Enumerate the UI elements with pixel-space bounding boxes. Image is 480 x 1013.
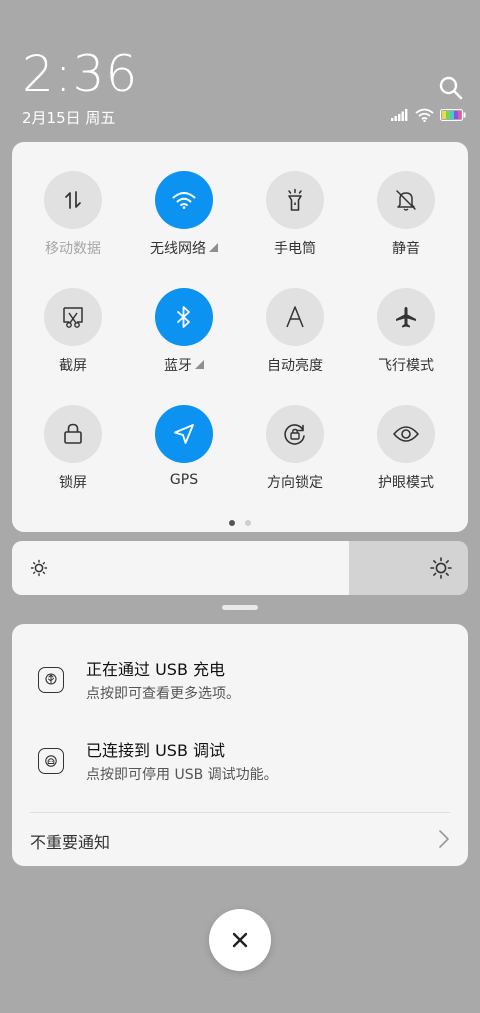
eye-icon	[393, 426, 419, 442]
tile-lock-screen[interactable]: 锁屏	[18, 405, 128, 515]
screenshot-icon	[63, 307, 83, 328]
expand-corner-icon	[209, 243, 218, 252]
tile-circle	[266, 288, 324, 346]
tile-screenshot[interactable]: 截屏	[18, 288, 128, 398]
tile-circle	[266, 405, 324, 463]
search-icon	[439, 76, 463, 100]
tile-label: 锁屏	[59, 475, 87, 491]
tile-circle	[155, 405, 213, 463]
tile-circle	[44, 288, 102, 346]
close-icon	[232, 932, 248, 948]
brightness-high-icon	[430, 557, 452, 579]
tile-label: 静音	[392, 241, 420, 257]
battery-icon	[440, 109, 466, 121]
clock-time: 2:36	[22, 45, 139, 103]
bluetooth-icon	[177, 306, 190, 328]
usb-icon	[38, 667, 64, 693]
quick-settings-panel: 移动数据 无线网络 手电筒 静音 截屏 蓝牙 自动亮度 飞行模式 锁屏 GPS …	[12, 142, 468, 532]
search-button[interactable]	[437, 74, 465, 102]
page-dot	[245, 520, 251, 526]
brightness-slider[interactable]	[12, 541, 468, 595]
tile-label: GPS	[169, 472, 199, 488]
chevron-right-icon[interactable]	[438, 829, 450, 849]
tile-airplane[interactable]: 飞行模式	[351, 288, 461, 398]
tile-label: 无线网络	[150, 241, 206, 257]
tile-circle	[44, 405, 102, 463]
wifi-icon	[172, 192, 196, 209]
tile-bluetooth[interactable]: 蓝牙	[129, 288, 239, 398]
notification-usb-charging[interactable]: 正在通过 USB 充电 点按即可查看更多选项。	[12, 654, 468, 714]
notifications-panel: 正在通过 USB 充电 点按即可查看更多选项。 已连接到 USB 调试 点按即可…	[12, 624, 468, 866]
drag-handle[interactable]	[222, 605, 258, 610]
tile-label: 移动数据	[45, 241, 101, 257]
mute-bell-icon	[396, 190, 416, 211]
tile-circle	[377, 171, 435, 229]
tile-rotation-lock[interactable]: 方向锁定	[240, 405, 350, 515]
tile-label: 飞行模式	[378, 358, 434, 374]
location-arrow-icon	[174, 424, 194, 444]
brightness-low-icon	[30, 559, 48, 577]
tile-wifi[interactable]: 无线网络	[129, 171, 239, 281]
notification-subtitle: 点按即可查看更多选项。	[86, 686, 240, 702]
tile-label: 截屏	[59, 358, 87, 374]
tile-circle	[155, 288, 213, 346]
mobile-data-icon	[65, 191, 81, 209]
tile-circle	[44, 171, 102, 229]
page-indicator	[12, 520, 468, 526]
airplane-icon	[396, 307, 416, 328]
wifi-icon	[415, 108, 434, 122]
tile-circle	[155, 171, 213, 229]
tile-flashlight[interactable]: 手电筒	[240, 171, 350, 281]
notification-title: 正在通过 USB 充电	[86, 660, 226, 679]
rotation-lock-icon	[284, 424, 305, 445]
tile-circle	[377, 288, 435, 346]
notification-subtitle: 点按即可停用 USB 调试功能。	[86, 767, 278, 783]
notification-usb-debugging[interactable]: 已连接到 USB 调试 点按即可停用 USB 调试功能。	[12, 735, 468, 795]
android-debug-icon	[38, 748, 64, 774]
date-label: 2月15日 周五	[22, 109, 116, 127]
signal-icon	[391, 109, 408, 121]
tile-circle	[377, 405, 435, 463]
tile-auto-brightness[interactable]: 自动亮度	[240, 288, 350, 398]
clear-all-button[interactable]	[209, 909, 271, 971]
lock-icon	[64, 423, 82, 444]
tile-label: 手电筒	[274, 241, 316, 257]
tile-gps[interactable]: GPS	[129, 405, 239, 515]
tile-mute[interactable]: 静音	[351, 171, 461, 281]
tile-circle	[266, 171, 324, 229]
tile-label: 蓝牙	[164, 358, 192, 374]
status-bar-icons	[391, 108, 466, 122]
tile-label: 方向锁定	[267, 475, 323, 491]
tile-label: 自动亮度	[267, 358, 323, 374]
expand-corner-icon	[195, 360, 204, 369]
page-dot-active	[229, 520, 235, 526]
tile-mobile-data[interactable]: 移动数据	[18, 171, 128, 281]
tile-label: 护眼模式	[378, 475, 434, 491]
notification-title: 已连接到 USB 调试	[86, 741, 226, 760]
auto-brightness-icon	[286, 306, 304, 328]
divider	[30, 812, 450, 813]
unimportant-notifications-link[interactable]: 不重要通知	[30, 829, 110, 853]
brightness-fill	[12, 541, 350, 595]
tile-eye-care[interactable]: 护眼模式	[351, 405, 461, 515]
flashlight-icon	[288, 188, 302, 211]
